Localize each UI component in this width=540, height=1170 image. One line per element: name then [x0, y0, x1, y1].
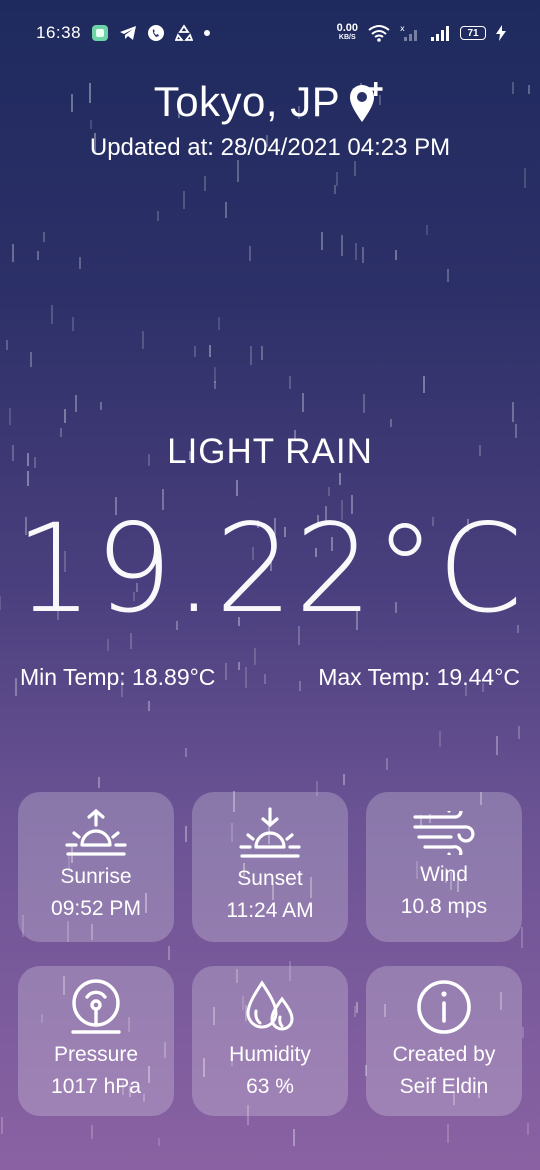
status-bar: 16:38 0.00 KB/S x 71	[0, 0, 540, 66]
signal-sim1-icon: x	[400, 24, 417, 41]
credits-label: Created by	[392, 1043, 496, 1066]
network-speed-unit: KB/S	[338, 34, 356, 41]
pressure-label: Pressure	[53, 1043, 139, 1066]
notification-dot-icon	[204, 30, 211, 36]
sunset-value: 11:24 AM	[226, 899, 314, 922]
battery-level: 71	[467, 27, 479, 39]
weather-details-grid: Sunrise 09:52 PM Sunset 11:24 AM Wind 10…	[18, 792, 522, 1116]
info-icon	[417, 980, 471, 1034]
current-temperature: 19.22°C	[0, 498, 540, 640]
network-speed: 0.00 KB/S	[336, 22, 358, 42]
wind-value: 10.8 mps	[400, 895, 488, 918]
add-location-icon[interactable]	[346, 80, 386, 124]
droplets-icon	[246, 980, 294, 1031]
pressure-gauge-icon	[71, 979, 121, 1034]
last-updated: Updated at: 28/04/2021 04:23 PM	[89, 134, 451, 161]
wind-label: Wind	[420, 863, 468, 886]
wind-icon	[413, 811, 475, 855]
sunrise-label: Sunrise	[60, 865, 132, 888]
status-time: 16:38	[36, 23, 82, 42]
sunrise-card: Sunrise 09:52 PM	[18, 792, 174, 942]
humidity-value: 63 %	[246, 1075, 294, 1098]
location-header: Tokyo, JP Updated at: 28/04/2021 04:23 P…	[0, 78, 540, 162]
sunset-label: Sunset	[237, 867, 303, 890]
recycle-icon	[175, 24, 194, 41]
pressure-value: 1017 hPa	[51, 1075, 141, 1098]
sunrise-value: 09:52 PM	[51, 897, 141, 920]
svg-text:x: x	[400, 24, 405, 33]
wifi-icon	[368, 25, 390, 42]
temperature-range: Min Temp: 18.89°C Max Temp: 19.44°C	[20, 664, 520, 691]
humidity-label: Humidity	[229, 1043, 311, 1066]
humidity-card: Humidity 63 %	[192, 966, 348, 1116]
current-temperature-value: 19.22°C	[15, 498, 525, 640]
credits-author: Seif Eldin	[399, 1075, 489, 1098]
battery-indicator: 71	[460, 26, 486, 40]
min-temperature: Min Temp: 18.89°C	[20, 664, 216, 690]
sunset-icon	[239, 807, 301, 858]
sunset-card: Sunset 11:24 AM	[192, 792, 348, 942]
weather-condition: LIGHT RAIN	[167, 432, 373, 471]
telegram-icon	[120, 26, 137, 40]
pressure-card: Pressure 1017 hPa	[18, 966, 174, 1116]
chat-app-icon	[92, 25, 109, 41]
city-name: Tokyo, JP	[153, 78, 341, 125]
charging-bolt-icon	[496, 25, 506, 41]
credits-card[interactable]: Created by Seif Eldin	[366, 966, 522, 1116]
network-speed-value: 0.00	[336, 22, 358, 34]
signal-sim2-icon	[431, 26, 449, 41]
whatsapp-icon	[148, 25, 165, 41]
sunrise-icon	[65, 809, 127, 856]
wind-card: Wind 10.8 mps	[366, 792, 522, 942]
max-temperature: Max Temp: 19.44°C	[318, 664, 520, 690]
